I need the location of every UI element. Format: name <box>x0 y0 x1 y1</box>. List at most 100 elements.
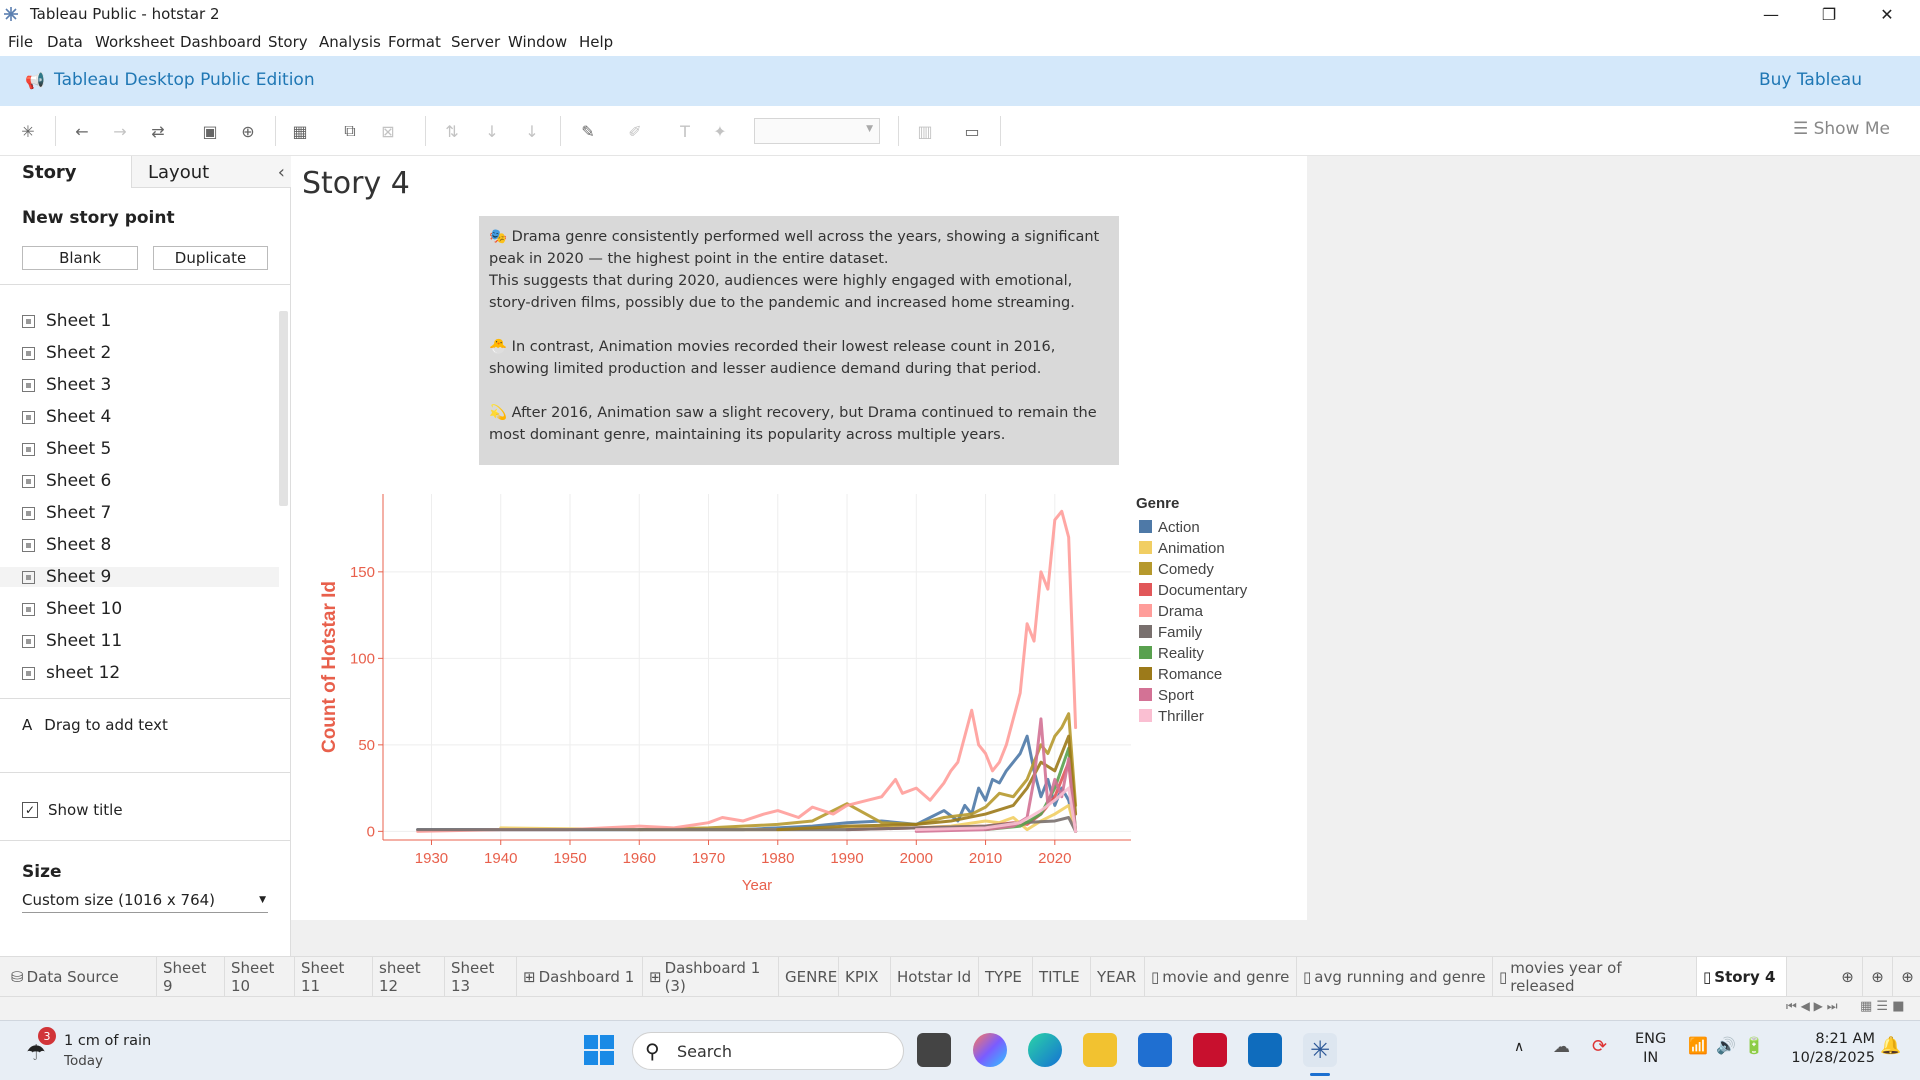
sheet-list-item[interactable]: Sheet 8 <box>22 535 111 555</box>
sheet-list-item[interactable]: Sheet 6 <box>22 471 111 491</box>
microsoft-store-icon[interactable] <box>1138 1033 1172 1067</box>
language-indicator[interactable]: ENG IN <box>1635 1030 1666 1068</box>
sheet-tab[interactable]: YEAR <box>1091 957 1145 997</box>
drag-text-item[interactable]: A Drag to add text <box>22 716 168 734</box>
task-view-icon[interactable] <box>917 1033 951 1067</box>
menu-format[interactable]: Format <box>388 33 441 51</box>
sheet-list-item[interactable]: Sheet 3 <box>22 375 111 395</box>
menu-data[interactable]: Data <box>47 33 83 51</box>
blank-button[interactable]: Blank <box>22 246 138 270</box>
sheet-tab[interactable]: KPIX <box>839 957 891 997</box>
show-cards-icon[interactable]: ▥ <box>915 121 935 141</box>
show-me-button[interactable]: ☰ Show Me <box>1793 119 1890 139</box>
duplicate-button[interactable]: Duplicate <box>153 246 268 270</box>
sheet-tab[interactable]: ▯ movies year of released <box>1493 957 1697 997</box>
menu-help[interactable]: Help <box>579 33 613 51</box>
labels-icon[interactable]: T <box>675 121 695 141</box>
buy-tableau-link[interactable]: Buy Tableau <box>1759 70 1862 90</box>
tab-layout[interactable]: Layout ‹ <box>131 156 291 188</box>
duplicate-sheet-icon[interactable]: ⧉ <box>340 121 360 141</box>
sheet-list-item[interactable]: Sheet 5 <box>22 439 111 459</box>
redo-icon[interactable]: → <box>110 121 130 141</box>
size-dropdown[interactable]: Custom size (1016 x 764) ▼ <box>22 891 268 913</box>
undo-icon[interactable]: ← <box>72 121 92 141</box>
view-mode-icon[interactable]: ▦ ☰ ■ <box>1860 999 1904 1014</box>
weather-widget[interactable]: 1 cm of rain Today <box>64 1031 151 1071</box>
clear-sheet-icon[interactable]: ⊠ <box>378 121 398 141</box>
sheet-tab[interactable]: Sheet 13 <box>445 957 517 997</box>
presentation-mode-icon[interactable]: ▭ <box>962 121 982 141</box>
taskbar-search[interactable]: ⚲ Search <box>632 1032 904 1070</box>
tab-navigation-icon[interactable]: ⏮ ◀ ▶ ⏭ <box>1786 999 1838 1014</box>
battery-icon[interactable]: 🔋 <box>1744 1036 1764 1055</box>
show-title-checkbox[interactable]: ✓ Show title <box>22 801 123 819</box>
menu-worksheet[interactable]: Worksheet <box>95 33 175 51</box>
sheet-tab[interactable]: ⊞ Dashboard 1 <box>517 957 643 997</box>
new-story-icon[interactable]: ⊕ <box>1893 957 1920 997</box>
new-dashboard-icon[interactable]: ⊕ <box>1863 957 1893 997</box>
maximize-button[interactable]: ❐ <box>1806 0 1852 29</box>
volume-icon[interactable]: 🔊 <box>1716 1036 1736 1055</box>
new-datasource-icon[interactable]: ⊕ <box>238 121 258 141</box>
new-worksheet-icon[interactable]: ▦ <box>290 121 310 141</box>
sheet-tab[interactable]: Sheet 9 <box>157 957 225 997</box>
sheet-tab[interactable]: TITLE <box>1033 957 1091 997</box>
menu-analysis[interactable]: Analysis <box>319 33 381 51</box>
tab-story[interactable]: Story <box>22 162 77 183</box>
sheet-tab[interactable]: ▯ avg running and genre <box>1297 957 1493 997</box>
group-icon[interactable]: ✐ <box>625 121 645 141</box>
sort-descending-icon[interactable]: ↓ <box>522 121 542 141</box>
collapse-pane-icon[interactable]: ‹ <box>278 162 285 183</box>
sheet-tab[interactable]: ▯ movie and genre <box>1145 957 1297 997</box>
sheet-list-item[interactable]: Sheet 10 <box>22 599 122 619</box>
sheet-tab[interactable]: Sheet 11 <box>295 957 373 997</box>
notifications-icon[interactable]: 🔔 <box>1880 1036 1901 1056</box>
sheet-list-item[interactable]: Sheet 7 <box>22 503 111 523</box>
sync-icon[interactable]: ⟳ <box>1592 1036 1607 1057</box>
close-button[interactable]: ✕ <box>1864 0 1910 29</box>
sheet-list-item[interactable]: sheet 12 <box>22 663 120 683</box>
sheet-list-item[interactable]: Sheet 11 <box>22 631 122 651</box>
chevron-up-icon[interactable]: ∧ <box>1514 1039 1524 1055</box>
highlight-icon[interactable]: ✎ <box>578 121 598 141</box>
sheet-tab[interactable]: GENRE <box>779 957 839 997</box>
sheet-list-item[interactable]: Sheet 1 <box>22 311 111 331</box>
tableau-logo-icon[interactable]: ✳ <box>18 121 38 141</box>
menu-file[interactable]: File <box>8 33 33 51</box>
story-annotation[interactable]: 🎭 Drama genre consistently performed wel… <box>479 216 1119 465</box>
menu-window[interactable]: Window <box>508 33 567 51</box>
fit-dropdown[interactable]: ▼ <box>754 118 880 144</box>
save-icon[interactable]: ▣ <box>200 121 220 141</box>
genre-year-line-chart[interactable]: 1930 1940 1950 1960 1970 1980 1990 2000 2010 2020… <box>291 480 1291 900</box>
file-explorer-icon[interactable] <box>1083 1033 1117 1067</box>
menu-story[interactable]: Story <box>268 33 308 51</box>
sheet-tab[interactable]: sheet 12 <box>373 957 445 997</box>
tab-story-active[interactable]: ▯ Story 4 <box>1697 957 1787 997</box>
edge-browser-icon[interactable] <box>1028 1033 1062 1067</box>
taskbar-clock[interactable]: 8:21 AM 10/28/2025 <box>1791 1030 1875 1068</box>
copilot-icon[interactable] <box>973 1033 1007 1067</box>
sheet-list-scrollbar[interactable] <box>279 311 288 506</box>
sheet-list-item[interactable]: Sheet 4 <box>22 407 111 427</box>
pin-icon[interactable]: ✦ <box>710 121 730 141</box>
sheet-tab[interactable]: TYPE <box>979 957 1033 997</box>
menu-server[interactable]: Server <box>451 33 500 51</box>
new-sheet-icon[interactable]: ⊕ <box>1833 957 1863 997</box>
sheet-list-item[interactable]: Sheet 9 <box>0 567 279 587</box>
windows-start-icon[interactable] <box>584 1035 616 1067</box>
mcafee-icon[interactable] <box>1193 1033 1227 1067</box>
sheet-tab[interactable]: ⊞ Dashboard 1 (3) <box>643 957 779 997</box>
minimize-button[interactable]: — <box>1748 0 1794 29</box>
tab-data-source[interactable]: ⛁ Data Source <box>5 957 157 997</box>
wifi-icon[interactable]: 📶 <box>1688 1036 1708 1055</box>
tableau-taskbar-icon[interactable]: ✳ <box>1303 1033 1337 1067</box>
sheet-tab[interactable]: Sheet 10 <box>225 957 295 997</box>
onedrive-cloud-icon[interactable]: ☁ <box>1553 1037 1570 1057</box>
swap-icon[interactable]: ⇅ <box>442 121 462 141</box>
replay-icon[interactable]: ⇄ <box>148 121 168 141</box>
menu-dashboard[interactable]: Dashboard <box>180 33 261 51</box>
outlook-icon[interactable] <box>1248 1033 1282 1067</box>
sheet-list-item[interactable]: Sheet 2 <box>22 343 111 363</box>
sheet-tab[interactable]: Hotstar Id <box>891 957 979 997</box>
sort-ascending-icon[interactable]: ↓ <box>482 121 502 141</box>
